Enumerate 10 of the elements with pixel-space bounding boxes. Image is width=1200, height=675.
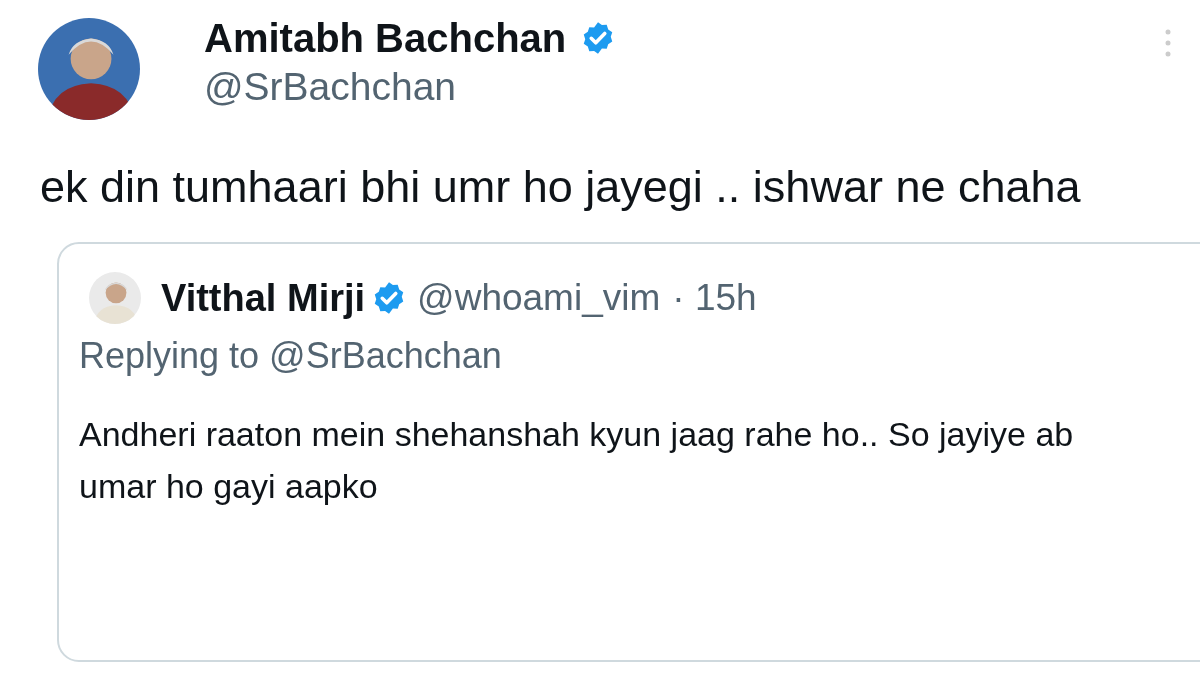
replying-to: Replying to @SrBachchan	[79, 334, 503, 378]
author-name[interactable]: Amitabh Bachchan	[204, 13, 567, 63]
tweet-text: ek din tumhaari bhi umr ho jayegi .. ishwar ne chaha	[40, 160, 1082, 214]
quoted-tweet-card[interactable]: Vitthal Mirji @whoami_vim · 15h Replying to @SrBachchan Andheri raaton mein shehanshah kyun jaag rahe ho.. So jayiye ab umar ho gayi aapko	[57, 242, 1200, 662]
quoted-tweet-text: Andheri raaton mein shehanshah kyun jaag rahe ho.. So jayiye ab umar ho gayi aapko	[79, 414, 1075, 507]
quoted-author-name[interactable]: Vitthal Mirji	[161, 274, 366, 322]
more-icon[interactable]	[1164, 28, 1172, 58]
author-handle[interactable]: @SrBachchan	[204, 63, 617, 111]
quoted-author-handle[interactable]: @whoami_vim	[417, 274, 661, 322]
tweet-time: · 15h	[672, 276, 757, 320]
